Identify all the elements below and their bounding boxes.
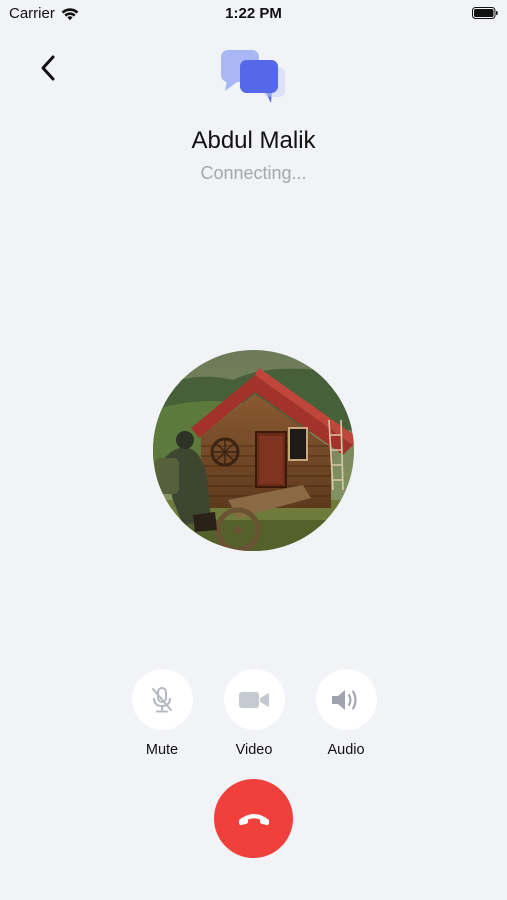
back-button[interactable] [30, 50, 66, 86]
mute-label: Mute [145, 742, 179, 758]
battery-icon [472, 7, 498, 19]
hang-up-phone-icon [238, 813, 269, 825]
chevron-left-icon [41, 55, 55, 81]
microphone-muted-icon [152, 686, 172, 712]
status-time: 1:22 PM [225, 5, 282, 22]
end-call-button[interactable] [214, 779, 293, 858]
speaker-icon [332, 689, 357, 710]
video-control: Video [214, 669, 294, 758]
audio-button[interactable] [315, 669, 377, 730]
status-bar: Carrier 1:22 PM [0, 0, 507, 28]
video-camera-icon [239, 691, 269, 708]
audio-label: Audio [327, 742, 365, 758]
avatar [153, 350, 354, 551]
call-controls: Mute Video Audio [0, 669, 507, 769]
caller-name: Abdul Malik [191, 127, 316, 154]
mute-control: Mute [122, 669, 202, 758]
avatar-photo [153, 350, 354, 551]
mute-button[interactable] [131, 669, 193, 730]
chat-bubbles-icon [221, 50, 285, 103]
call-status: Connecting... [200, 163, 307, 183]
video-button[interactable] [223, 669, 285, 730]
audio-control: Audio [306, 669, 386, 758]
video-label: Video [235, 742, 273, 758]
